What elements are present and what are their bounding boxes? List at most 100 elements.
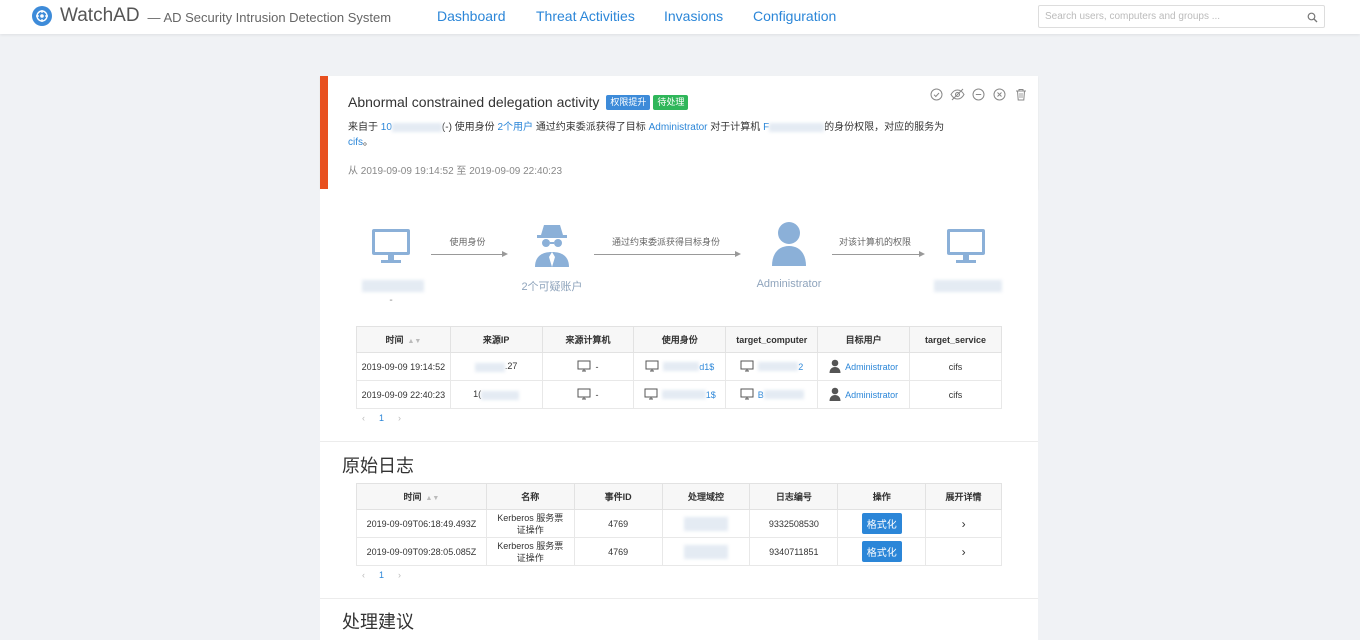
- source-ip-link[interactable]: 10: [381, 122, 442, 133]
- minus-circle-icon[interactable]: [971, 87, 986, 102]
- alert-time-range: 从 2019-09-09 19:14:52 至 2019-09-09 22:40…: [348, 166, 563, 177]
- format-button[interactable]: 格式化: [861, 541, 902, 562]
- nav-threat-activities[interactable]: Threat Activities: [536, 8, 635, 24]
- cell-target-computer-suffix: 2: [798, 361, 804, 372]
- cell-identity[interactable]: d1$: [633, 352, 727, 381]
- cell-name: Kerberos 服务票证操作: [485, 509, 575, 538]
- raw-logs-pagination: ‹ 1 ›: [362, 570, 401, 580]
- cell-source-ip-suffix: 1(: [473, 389, 482, 400]
- page-number[interactable]: 1: [379, 413, 384, 423]
- tag-privilege-escalation: 权限提升: [606, 94, 651, 110]
- flow-arrow-3: [832, 254, 920, 255]
- cell-source-ip: 1(: [449, 380, 543, 409]
- check-circle-icon[interactable]: [929, 87, 944, 102]
- cell-dc: [661, 537, 751, 566]
- section-divider: [320, 441, 1038, 442]
- logo[interactable]: WatchAD — AD Security Intrusion Detectio…: [32, 5, 391, 27]
- users-link[interactable]: 2个用户: [497, 122, 533, 133]
- desc-text: 对于计算机: [710, 122, 761, 133]
- admin-node[interactable]: [770, 221, 808, 272]
- nav-dashboard[interactable]: Dashboard: [437, 8, 506, 24]
- prev-page-icon[interactable]: ‹: [362, 570, 365, 580]
- target-computer-link[interactable]: F: [763, 122, 825, 133]
- next-page-icon[interactable]: ›: [398, 570, 401, 580]
- cell-target-user[interactable]: Administrator: [817, 352, 911, 381]
- cell-target-user-text: Administrator: [845, 361, 899, 372]
- redacted-identity: [663, 362, 700, 371]
- arrow-head-icon: [919, 251, 925, 257]
- section-divider: [320, 598, 1038, 599]
- target-user-link[interactable]: Administrator: [649, 122, 708, 133]
- cell-service: cifs: [909, 380, 1002, 409]
- monitor-icon: [644, 388, 658, 402]
- flow-arrow-1: [431, 254, 503, 255]
- target-user-wrap: Administrator: [829, 387, 898, 403]
- redacted-ip: [474, 362, 505, 372]
- app-name: WatchAD: [60, 5, 140, 26]
- raw-logs-title: 原始日志: [342, 456, 414, 476]
- cell-identity-suffix: d1$: [699, 361, 715, 372]
- redacted-computer: [769, 122, 825, 132]
- col-event-id: 事件ID: [573, 483, 663, 510]
- suspicious-users-label[interactable]: 2个可疑账户: [510, 278, 594, 294]
- nav-configuration[interactable]: Configuration: [753, 8, 836, 24]
- col-dc: 处理域控: [661, 483, 751, 510]
- cell-time: 2019-09-09T09:28:05.085Z: [356, 537, 487, 566]
- tag-pending: 待处理: [653, 94, 689, 110]
- table-header-row: 时间 ▲▼ 名称 事件ID 处理域控 日志编号 操作 展开详情: [356, 483, 1002, 510]
- eye-slash-icon[interactable]: [950, 87, 965, 102]
- detail-panel: - 使用身份 2个可疑账户 通过约束委派获得目标身份 Administrator…: [320, 189, 1038, 640]
- desc-text: 通过约束委派获得了目标: [535, 122, 646, 133]
- cell-event-id: 4769: [573, 509, 663, 538]
- nav-invasions[interactable]: Invasions: [664, 8, 723, 24]
- expand-icon[interactable]: ›: [925, 537, 1002, 566]
- raw-logs-table: 时间 ▲▼ 名称 事件ID 处理域控 日志编号 操作 展开详情 2019-09-0…: [356, 483, 1002, 566]
- flow-arrow-2: [594, 254, 736, 255]
- cell-source-computer: -: [541, 352, 635, 381]
- prev-page-icon[interactable]: ‹: [362, 413, 365, 423]
- flow-step2-label: 通过约束委派获得目标身份: [611, 237, 720, 247]
- redacted-dc: [683, 516, 728, 531]
- identity-wrap: d1$: [645, 360, 714, 374]
- user-icon: [770, 222, 808, 271]
- identity-wrap: 1$: [644, 388, 716, 402]
- trash-icon[interactable]: [1013, 87, 1028, 102]
- cell-source-computer: -: [541, 380, 635, 409]
- redacted-dc: [683, 544, 728, 559]
- admin-label[interactable]: Administrator: [740, 278, 838, 290]
- source-computer-wrap: -: [577, 388, 598, 402]
- col-time-label: 时间: [385, 335, 404, 345]
- cell-target-user-text: Administrator: [845, 389, 899, 400]
- next-page-icon[interactable]: ›: [398, 413, 401, 423]
- cell-target-computer[interactable]: 2: [725, 352, 819, 381]
- cell-event-id: 4769: [573, 537, 663, 566]
- advice-title: 处理建议: [342, 612, 414, 632]
- cell-identity[interactable]: 1$: [633, 380, 727, 409]
- target-computer-node: [945, 227, 987, 270]
- close-circle-icon[interactable]: [992, 87, 1007, 102]
- col-target-computer: target_computer: [725, 326, 819, 353]
- search-icon[interactable]: [1307, 10, 1318, 28]
- redacted-target-computer: [758, 362, 799, 371]
- search-input[interactable]: [1039, 6, 1289, 27]
- cell-source-computer-text: -: [595, 361, 599, 372]
- cell-target-computer[interactable]: B: [725, 380, 819, 409]
- source-ip-prefix: 10: [380, 122, 392, 133]
- col-time[interactable]: 时间 ▲▼: [356, 326, 451, 353]
- monitor-icon: [577, 360, 591, 374]
- suspicious-users-node[interactable]: [533, 223, 571, 272]
- target-computer-wrap: B: [740, 388, 804, 402]
- col-time[interactable]: 时间 ▲▼: [356, 483, 487, 510]
- cell-dc: [661, 509, 751, 538]
- monitor-icon: [945, 229, 987, 269]
- table-header-row: 时间 ▲▼ 来源IP 来源计算机 使用身份 target_computer 目标用…: [356, 326, 1002, 353]
- table-row: 2019-09-09T09:28:05.085Z Kerberos 服务票证操作…: [356, 537, 1002, 566]
- service-link[interactable]: cifs: [348, 137, 363, 148]
- expand-icon[interactable]: ›: [925, 509, 1002, 538]
- page-number[interactable]: 1: [379, 570, 384, 580]
- target-computer-wrap: 2: [740, 360, 803, 374]
- cell-target-user[interactable]: Administrator: [817, 380, 911, 409]
- cell-identity-suffix: 1$: [705, 389, 716, 400]
- format-button[interactable]: 格式化: [861, 513, 902, 534]
- col-log-id: 日志编号: [749, 483, 839, 510]
